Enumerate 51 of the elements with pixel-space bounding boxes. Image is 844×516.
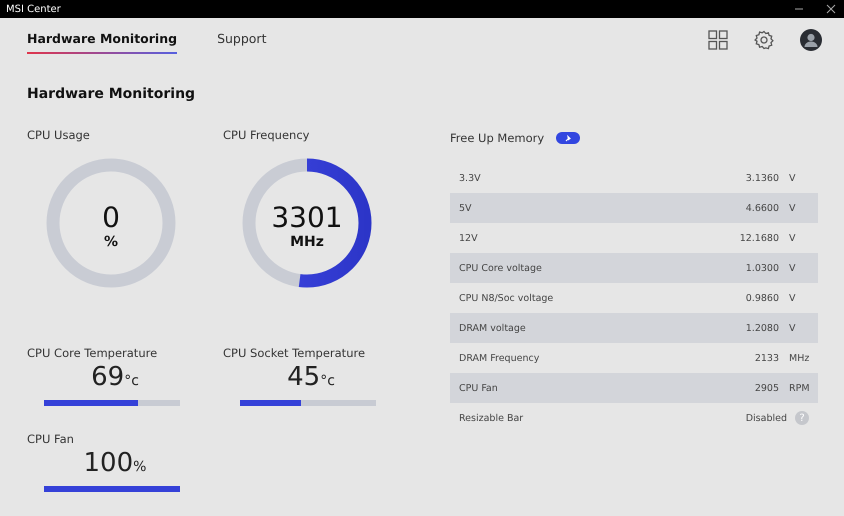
gauge-value: 0 <box>102 201 120 234</box>
sensor-value: 12.1680 <box>740 232 779 244</box>
sensor-name: CPU Fan <box>459 382 499 394</box>
sensor-name: 3.3V <box>459 172 482 184</box>
sensor-unit: MHz <box>788 352 809 364</box>
sensor-value: Disabled <box>746 412 787 424</box>
sensor-unit: RPM <box>788 382 809 394</box>
sensor-unit: V <box>788 262 796 274</box>
gauge-unit: MHz <box>290 234 324 250</box>
settings-icon[interactable] <box>754 30 774 50</box>
meter-unit: % <box>133 459 146 475</box>
sensor-name: DRAM voltage <box>459 322 527 334</box>
sensor-value: 1.0300 <box>746 262 779 274</box>
meter-value: 45 <box>287 362 320 392</box>
window-title: MSI Center <box>6 4 62 14</box>
sensor-value: 3.1360 <box>746 172 779 184</box>
sensor-value: 4.6600 <box>746 202 779 214</box>
tab[interactable]: Hardware Monitoring <box>27 26 178 54</box>
meter-label: CPU Fan <box>27 432 75 446</box>
grid-icon[interactable] <box>708 30 728 50</box>
sensor-name: CPU Core voltage <box>459 262 543 274</box>
meter-value: 100 <box>84 448 134 478</box>
free-up-memory-label: Free Up Memory <box>450 131 544 145</box>
meter-value: 69 <box>91 362 124 392</box>
sensor-unit: V <box>788 292 796 304</box>
sensor-unit: V <box>788 322 796 334</box>
sensor-unit: V <box>788 232 796 244</box>
meter-unit: °c <box>320 373 335 389</box>
sensor-value: 0.9860 <box>746 292 779 304</box>
meter-label: CPU Socket Temperature <box>223 346 366 360</box>
gauge-label: CPU Usage <box>27 128 91 142</box>
sensor-value: 1.2080 <box>746 322 779 334</box>
sensor-unit: V <box>788 172 796 184</box>
free-up-memory-button[interactable] <box>556 132 580 144</box>
meter-unit: °c <box>124 373 139 389</box>
sensor-value: 2905 <box>754 382 779 394</box>
sensor-name: 5V <box>459 202 473 214</box>
sensor-value: 2133 <box>754 352 779 364</box>
sensor-unit: V <box>788 202 796 214</box>
gauge-label: CPU Frequency <box>223 128 310 142</box>
sensor-name: DRAM Frequency <box>459 352 540 364</box>
gauge-unit: % <box>104 234 118 250</box>
gauge-value: 3301 <box>271 201 343 234</box>
meter-label: CPU Core Temperature <box>27 346 158 360</box>
sensor-name: Resizable Bar <box>459 412 524 424</box>
tab[interactable]: Support <box>217 26 266 54</box>
avatar-icon[interactable] <box>800 29 822 51</box>
sensor-name: CPU N8/Soc voltage <box>459 292 554 304</box>
close-icon[interactable] <box>826 4 836 14</box>
sensor-name: 12V <box>459 232 479 244</box>
section-heading: Hardware Monitoring <box>27 86 196 102</box>
